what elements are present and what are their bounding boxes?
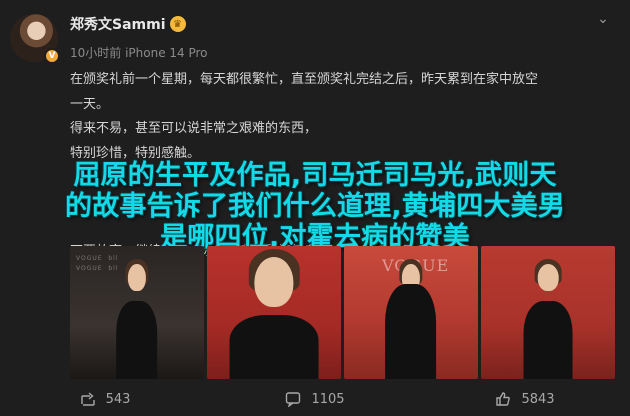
comment-count: 1105 — [311, 391, 345, 407]
action-bar: 543 1105 5843 — [0, 382, 630, 416]
chevron-down-icon[interactable]: ⌄ — [592, 8, 614, 30]
photo-1[interactable]: VOGUE bll VOGUE bll — [70, 246, 204, 379]
post-meta: 10小时前 iPhone 14 Pro — [70, 46, 208, 60]
comment-button[interactable]: 1105 — [210, 382, 420, 416]
like-button[interactable]: 5843 — [420, 382, 630, 416]
overlay-line-2: 的故事告诉了我们什么道理,黄埔四大美男 — [64, 191, 566, 222]
post-line-1: 在颁奖礼前一个星期，每天都很繁忙，直至颁奖礼完结之后，昨天累到在家中放空 — [70, 72, 539, 87]
post-line-3: 得来不易，甚至可以说非常之艰难的东西， — [70, 121, 318, 136]
share-icon — [80, 392, 95, 406]
photo-3-figure — [385, 257, 437, 379]
overlay-line-1: 屈原的生平及作品,司马迁司马光,武则天 — [73, 160, 557, 191]
thumbs-up-icon — [496, 392, 511, 406]
photo-2-figure — [227, 246, 321, 379]
verified-badge-icon: V — [44, 48, 60, 64]
comment-icon — [286, 392, 301, 407]
photo-1-figure — [112, 257, 163, 379]
username-text[interactable]: 郑秀文Sammi — [70, 14, 166, 34]
photo-4[interactable] — [481, 246, 615, 379]
username[interactable]: 郑秀文Sammi ♛ — [70, 14, 186, 34]
crown-icon: ♛ — [169, 16, 186, 32]
like-count: 5843 — [521, 391, 555, 407]
share-button[interactable]: 543 — [0, 382, 210, 416]
post-line-2: 一天。 — [70, 96, 110, 112]
photo-3[interactable]: VOGUE — [344, 246, 478, 379]
share-count: 543 — [105, 391, 131, 407]
photo-4-figure — [517, 257, 579, 379]
photo-grid: VOGUE bll VOGUE bll VOGUE — [70, 246, 615, 379]
overlay-caption: 屈原的生平及作品,司马迁司马光,武则天 的故事告诉了我们什么道理,黄埔四大美男 … — [0, 160, 630, 253]
photo-2[interactable] — [207, 246, 341, 379]
weibo-post: V 郑秀文Sammi ♛ 10小时前 iPhone 14 Pro ⌄ 在颁奖礼前… — [0, 0, 630, 416]
